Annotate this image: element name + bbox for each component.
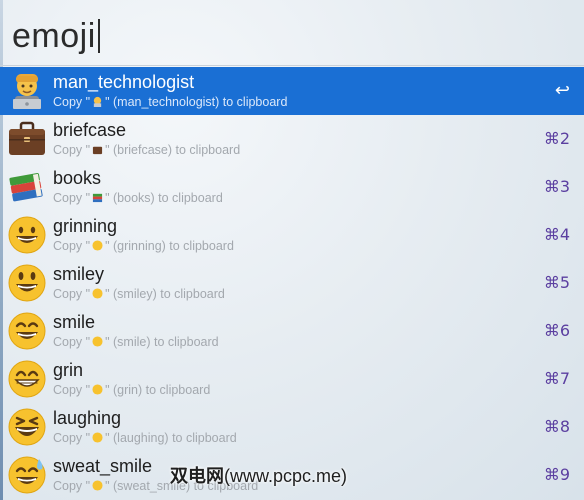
books-icon bbox=[9, 172, 43, 202]
result-subtitle: Copy " " (books) to clipboard bbox=[53, 191, 223, 205]
grinning-face-icon bbox=[8, 216, 46, 254]
books-mini-icon bbox=[93, 193, 103, 203]
search-bar[interactable]: emoji bbox=[0, 0, 584, 66]
result-title: laughing bbox=[53, 408, 122, 428]
watermark: 双电网(www.pcpc.me) bbox=[170, 466, 348, 486]
result-title: grinning bbox=[53, 216, 118, 236]
briefcase-icon bbox=[9, 121, 45, 155]
result-row[interactable]: grin Copy " " (grin) to clipboard ⌘7 bbox=[0, 355, 584, 403]
smile-mini-icon bbox=[92, 336, 103, 347]
grin-mini-icon bbox=[92, 384, 103, 395]
laughing-face-icon bbox=[8, 408, 46, 446]
shortcut-label: ⌘5 bbox=[543, 273, 570, 292]
result-subtitle: Copy " " (grin) to clipboard bbox=[53, 383, 211, 397]
smiley-mini-icon bbox=[92, 288, 103, 299]
result-title: man_technologist bbox=[53, 72, 195, 92]
shortcut-label: ⌘4 bbox=[543, 225, 570, 244]
results-list: man_technologist Copy " " (man_technologi… bbox=[0, 67, 584, 499]
result-title: smiley bbox=[53, 264, 105, 284]
grinning-mini-icon bbox=[92, 240, 103, 251]
result-title: briefcase bbox=[53, 120, 127, 140]
result-subtitle: Copy " " (laughing) to clipboard bbox=[53, 431, 237, 445]
result-row[interactable]: smiley Copy " " (smiley) to clipboard ⌘5 bbox=[0, 259, 584, 307]
result-title: smile bbox=[53, 312, 96, 332]
result-row[interactable]: laughing Copy " " (laughing) to clipboard… bbox=[0, 403, 584, 451]
search-query: emoji bbox=[12, 17, 96, 55]
laughing-mini-icon bbox=[92, 432, 103, 443]
shortcut-label: ⌘2 bbox=[543, 129, 570, 148]
grin-face-icon bbox=[8, 360, 46, 398]
result-title: books bbox=[53, 168, 102, 188]
result-row[interactable]: smile Copy " " (smile) to clipboard ⌘6 bbox=[0, 307, 584, 355]
text-caret bbox=[97, 19, 100, 53]
shortcut-label: ⌘6 bbox=[543, 321, 570, 340]
result-row[interactable]: man_technologist Copy " " (man_technologi… bbox=[0, 67, 584, 115]
result-title: grin bbox=[53, 360, 84, 380]
result-subtitle: Copy " " (smiley) to clipboard bbox=[53, 287, 225, 301]
result-row[interactable]: briefcase Copy " " (briefcase) to clipboa… bbox=[0, 115, 584, 163]
result-title: sweat_smile bbox=[53, 456, 153, 476]
result-subtitle: Copy " " (grinning) to clipboard bbox=[53, 239, 234, 253]
shortcut-label: ⌘3 bbox=[543, 177, 570, 196]
man-technologist-mini-icon bbox=[93, 96, 102, 107]
return-key-shortcut: ↩ bbox=[554, 80, 570, 101]
sweat-smile-mini-icon bbox=[92, 480, 103, 491]
briefcase-mini-icon bbox=[93, 146, 103, 155]
shortcut-label: ⌘8 bbox=[543, 417, 570, 436]
result-subtitle: Copy " " (man_technologist) to clipboard bbox=[53, 95, 288, 109]
result-row[interactable]: books Copy " " (books) to clipboard ⌘3 bbox=[0, 163, 584, 211]
result-row[interactable]: grinning Copy " " (grinning) to clipboard… bbox=[0, 211, 584, 259]
shortcut-label: ⌘7 bbox=[543, 369, 570, 388]
result-subtitle: Copy " " (briefcase) to clipboard bbox=[53, 143, 241, 157]
shortcut-label: ⌘9 bbox=[543, 465, 570, 484]
sweat-smile-face-icon bbox=[8, 456, 46, 494]
result-subtitle: Copy " " (smile) to clipboard bbox=[53, 335, 219, 349]
launcher-window: emoji man_technologist Copy " " (man_tech… bbox=[0, 0, 584, 500]
man-technologist-icon bbox=[13, 74, 41, 109]
smiley-face-icon bbox=[8, 264, 46, 302]
search-input[interactable]: emoji bbox=[12, 14, 100, 58]
smile-face-icon bbox=[8, 312, 46, 350]
